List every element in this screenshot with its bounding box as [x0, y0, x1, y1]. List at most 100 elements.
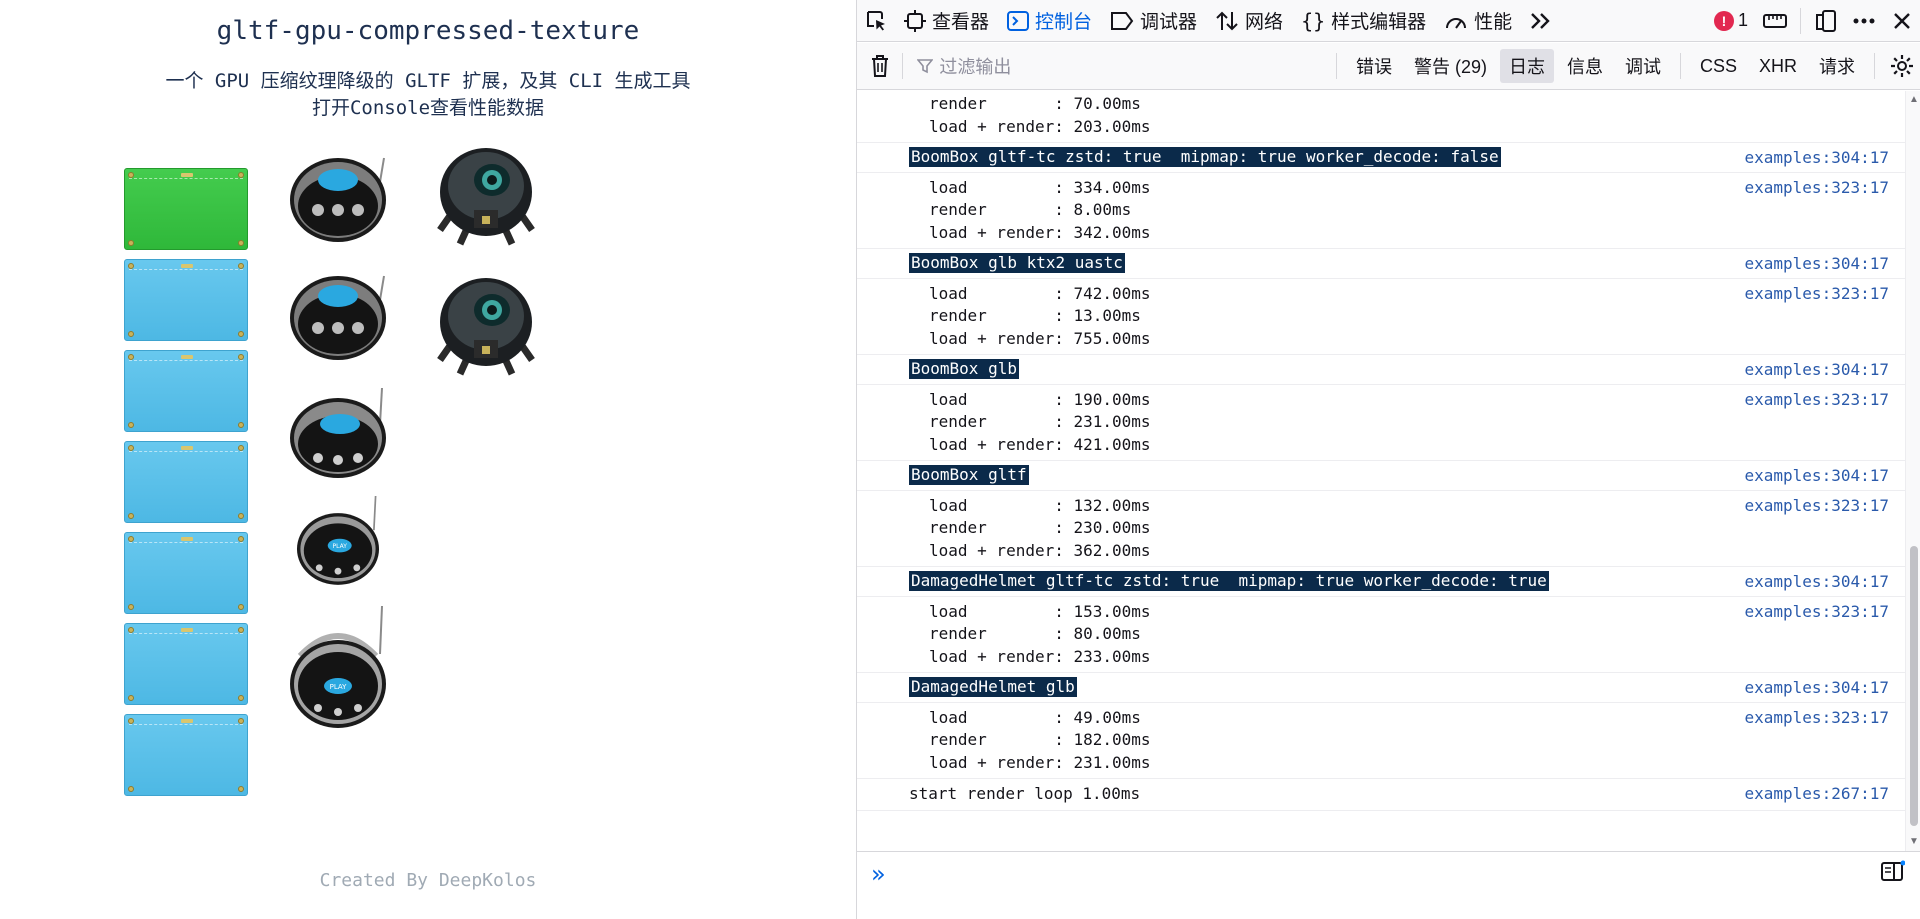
filter-placeholder: 过滤输出	[939, 57, 1012, 77]
log-line: load + render: 362.00ms	[929, 540, 1151, 560]
log-line: load + render: 231.00ms	[929, 752, 1151, 772]
console-message: load : 49.00ms render : 182.00ms load + …	[857, 703, 1905, 779]
group-title: DamagedHelmet glb	[909, 677, 1077, 697]
group-title: DamagedHelmet gltf-tc zstd: true mipmap:…	[909, 571, 1549, 591]
responsive-design-icon[interactable]	[1807, 0, 1845, 42]
source-link[interactable]: examples:304:17	[1745, 677, 1890, 700]
filter-css-button[interactable]: CSS	[1691, 52, 1746, 81]
tab-style-editor[interactable]: {} 样式编辑器	[1292, 0, 1435, 42]
inspector-icon	[904, 9, 926, 32]
console-settings-icon[interactable]	[1883, 45, 1920, 87]
play-label: PLAY	[333, 543, 348, 550]
element-picker-icon[interactable]	[857, 0, 895, 42]
filter-requests-button[interactable]: 请求	[1810, 49, 1864, 83]
log-line: render : 80.00ms	[929, 624, 1141, 643]
scroll-down-icon[interactable]: ▼	[1909, 837, 1919, 847]
tab-performance[interactable]: 性能	[1435, 0, 1521, 42]
network-icon	[1216, 11, 1238, 30]
wallet-model	[124, 532, 248, 614]
tab-inspector[interactable]: 查看器	[895, 0, 998, 42]
log-line: load + render: 421.00ms	[929, 434, 1151, 454]
console-message: load : 334.00ms render : 8.00ms load + r…	[857, 173, 1905, 249]
wallet-model	[124, 441, 248, 523]
console-group-header[interactable]: BoomBox glb examples:304:17	[857, 355, 1905, 385]
group-title: BoomBox glb ktx2 uastc	[909, 253, 1125, 273]
console-output: render : 70.00ms load + render: 203.00ms…	[857, 91, 1905, 851]
error-count-badge[interactable]: ! 1	[1706, 10, 1756, 31]
console-scrollbar[interactable]: ▲ ▼	[1905, 91, 1920, 851]
log-line: render : 13.00ms	[929, 306, 1141, 325]
filter-xhr-button[interactable]: XHR	[1750, 52, 1806, 81]
source-link[interactable]: examples:304:17	[1745, 571, 1890, 594]
filter-logs-button[interactable]: 日志	[1499, 49, 1554, 83]
console-message: render : 70.00ms load + render: 203.00ms	[857, 91, 1905, 143]
filter-warnings-button[interactable]: 警告 (29)	[1405, 49, 1496, 83]
damaged-helmet-model	[437, 278, 535, 376]
source-link[interactable]: examples:304:17	[1745, 253, 1890, 276]
source-link[interactable]: examples:304:17	[1745, 465, 1890, 488]
log-line: load + render: 203.00ms	[929, 116, 1151, 136]
console-group-header[interactable]: DamagedHelmet gltf-tc zstd: true mipmap:…	[857, 567, 1905, 597]
wallet-model	[124, 714, 248, 796]
group-title: BoomBox gltf	[909, 465, 1029, 485]
console-message: load : 190.00ms render : 231.00ms load +…	[857, 385, 1905, 461]
debugger-icon	[1111, 11, 1134, 30]
source-link[interactable]: examples:267:17	[1745, 783, 1890, 806]
example-page: gltf-gpu-compressed-texture 一个 GPU 压缩纹理降…	[0, 0, 856, 919]
log-line: render : 8.00ms	[929, 200, 1132, 219]
console-input[interactable]: »	[857, 851, 1920, 919]
console-group-header[interactable]: BoomBox glb ktx2 uastc examples:304:17	[857, 249, 1905, 279]
tab-label: 网络	[1245, 12, 1284, 33]
performance-icon	[1446, 17, 1467, 29]
wallet-model	[124, 350, 248, 432]
console-icon	[1007, 10, 1030, 31]
log-line: render : 70.00ms	[929, 94, 1141, 113]
tab-debugger[interactable]: 调试器	[1101, 0, 1206, 42]
filter-debug-button[interactable]: 调试	[1616, 49, 1670, 83]
filter-info-button[interactable]: 信息	[1558, 49, 1612, 83]
console-message: load : 153.00ms render : 80.00ms load + …	[857, 597, 1905, 673]
clear-console-icon[interactable]	[857, 45, 902, 87]
tab-network[interactable]: 网络	[1206, 0, 1292, 42]
tab-label: 查看器	[932, 12, 990, 33]
close-icon[interactable]	[1883, 0, 1920, 42]
error-count: 1	[1737, 10, 1748, 30]
ruler-icon[interactable]	[1756, 0, 1794, 42]
source-link[interactable]: examples:323:17	[1745, 389, 1890, 412]
console-group-header[interactable]: BoomBox gltf examples:304:17	[857, 461, 1905, 491]
console-group-header[interactable]: BoomBox gltf-tc zstd: true mipmap: true …	[857, 143, 1905, 173]
filter-errors-button[interactable]: 错误	[1347, 49, 1401, 83]
damaged-helmet-model	[437, 148, 535, 246]
more-options-icon[interactable]	[1845, 0, 1883, 42]
source-link[interactable]: examples:304:17	[1745, 147, 1890, 170]
boombox-model: PLAY	[296, 496, 380, 585]
page-title: gltf-gpu-compressed-texture	[216, 16, 640, 46]
scroll-up-icon[interactable]: ▲	[1909, 95, 1919, 105]
tab-label: 样式编辑器	[1331, 12, 1427, 33]
boombox-model	[290, 275, 386, 360]
source-link[interactable]: examples:323:17	[1745, 707, 1890, 730]
console-filter-bar: 过滤输出 错误 警告 (29) 日志 信息 调试 CSS XHR 请求	[857, 43, 1920, 90]
source-link[interactable]: examples:323:17	[1745, 283, 1890, 306]
tab-console[interactable]: 控制台	[998, 0, 1101, 42]
source-link[interactable]: examples:323:17	[1745, 601, 1890, 624]
filter-output-input[interactable]: 过滤输出	[903, 50, 1328, 82]
more-tabs-icon[interactable]	[1521, 0, 1559, 42]
tab-label: 性能	[1474, 12, 1513, 33]
wallet-model	[124, 623, 248, 705]
log-line: render : 231.00ms	[929, 412, 1151, 431]
prompt-chevron-icon: »	[871, 860, 886, 888]
log-line: render : 182.00ms	[929, 730, 1151, 749]
log-line: load + render: 755.00ms	[929, 328, 1151, 348]
scroll-thumb[interactable]	[1910, 546, 1918, 826]
source-link[interactable]: examples:323:17	[1745, 177, 1890, 200]
page-hint: 打开Console查看性能数据	[311, 97, 545, 119]
source-link[interactable]: examples:304:17	[1745, 359, 1890, 382]
style-editor-icon: {}	[1301, 8, 1326, 33]
page-subtitle: 一个 GPU 压缩纹理降级的 GLTF 扩展，及其 CLI 生成工具	[165, 70, 691, 92]
sidebar-toggle-icon[interactable]	[1881, 860, 1906, 887]
wallet-model-green	[124, 168, 248, 250]
console-group-header[interactable]: DamagedHelmet glb examples:304:17	[857, 673, 1905, 703]
wallet-model	[124, 259, 248, 341]
source-link[interactable]: examples:323:17	[1745, 495, 1890, 518]
